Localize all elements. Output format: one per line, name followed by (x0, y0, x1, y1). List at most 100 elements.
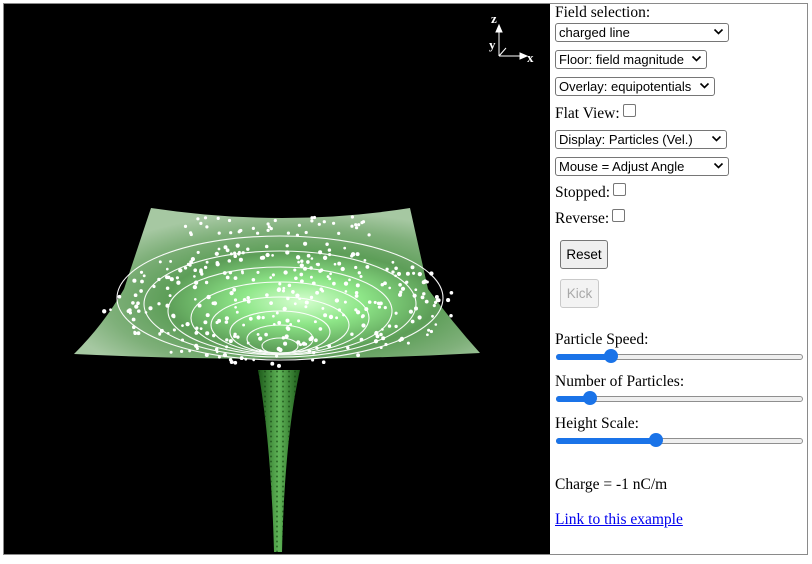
particle (304, 230, 308, 235)
particle (136, 301, 140, 306)
slider-thumb[interactable] (582, 391, 597, 405)
particle (294, 276, 298, 281)
particle (132, 325, 136, 330)
particle (312, 215, 317, 220)
particle (142, 274, 146, 278)
particle (212, 333, 216, 338)
particle (183, 224, 188, 228)
particle (365, 264, 370, 269)
particle (275, 311, 279, 315)
number-of-particles-slider[interactable] (555, 390, 805, 406)
particle (377, 305, 381, 309)
particle (328, 277, 332, 281)
particle (244, 357, 248, 361)
reverse-checkbox[interactable] (612, 209, 626, 222)
slider-thumb[interactable] (603, 349, 618, 363)
particle (216, 216, 220, 220)
field-surface-render: z y x (74, 11, 534, 552)
particle (344, 290, 348, 293)
particle (117, 294, 122, 299)
particle (285, 326, 290, 330)
particle (284, 334, 289, 339)
particle (190, 257, 195, 262)
chevron-down-icon (691, 55, 702, 62)
particle (285, 244, 289, 248)
particle (258, 349, 262, 352)
particle (228, 270, 233, 275)
particle (449, 290, 454, 295)
particle (363, 259, 367, 262)
particle (297, 319, 301, 323)
particle-speed-slider[interactable] (555, 348, 805, 364)
particle (412, 293, 417, 298)
display-select[interactable]: Display: Particles (Vel.) (555, 130, 727, 149)
slider-thumb[interactable] (649, 433, 664, 447)
field-select[interactable]: charged line (555, 23, 729, 42)
mouse-mode-select[interactable]: Mouse = Adjust Angle (555, 157, 729, 176)
particle (282, 306, 287, 312)
link-to-example[interactable]: Link to this example (555, 511, 683, 528)
kick-button[interactable]: Kick (560, 279, 599, 308)
axis-y-label: y (489, 37, 496, 52)
particle (261, 315, 265, 320)
particle (310, 219, 314, 223)
flat-view-checkbox[interactable] (622, 104, 636, 117)
particle (381, 336, 386, 341)
particle (313, 320, 317, 324)
particle (196, 250, 200, 254)
particle (172, 328, 176, 332)
particle (237, 250, 241, 254)
particle (337, 261, 342, 266)
particle (354, 291, 359, 295)
particle (246, 299, 251, 304)
particle (361, 220, 366, 224)
particle (303, 266, 307, 271)
particle (169, 350, 173, 354)
overlay-select[interactable]: Overlay: equipotentials (555, 77, 715, 96)
particle (203, 320, 208, 325)
particle (131, 301, 135, 305)
height-scale-slider[interactable] (555, 432, 805, 448)
particle (321, 289, 325, 293)
particle (383, 306, 387, 310)
particle (109, 308, 112, 312)
particle (256, 270, 260, 274)
floor-select[interactable]: Floor: field magnitude (555, 50, 707, 69)
particle (265, 252, 270, 258)
particle (246, 296, 250, 300)
particle (303, 241, 308, 246)
particle (192, 284, 198, 290)
particle (399, 290, 403, 294)
particle (179, 349, 184, 354)
particle (224, 316, 230, 321)
particle (206, 294, 211, 300)
particle (235, 310, 239, 314)
field-select-value: charged line (559, 25, 630, 40)
particle (309, 335, 314, 341)
particle (354, 294, 359, 298)
particle (168, 294, 172, 298)
chevron-down-icon (713, 162, 724, 169)
reset-button[interactable]: Reset (560, 240, 608, 269)
particle (342, 313, 345, 317)
particle (289, 323, 293, 326)
particle (283, 270, 288, 275)
particle (246, 341, 250, 345)
particle (414, 288, 418, 292)
particle (227, 259, 232, 263)
particle (396, 271, 402, 276)
particle (261, 255, 266, 260)
3d-field-view[interactable]: z y x (4, 4, 550, 554)
particle (193, 275, 196, 278)
particle (434, 323, 438, 326)
particle (217, 355, 221, 359)
stopped-checkbox[interactable] (613, 183, 627, 196)
axis-x-label: x (527, 50, 534, 65)
particle (199, 221, 203, 225)
particle (228, 339, 233, 344)
particle (350, 332, 354, 336)
particle (227, 218, 232, 223)
particle (229, 231, 233, 235)
particle (373, 300, 377, 304)
particle (131, 317, 136, 322)
